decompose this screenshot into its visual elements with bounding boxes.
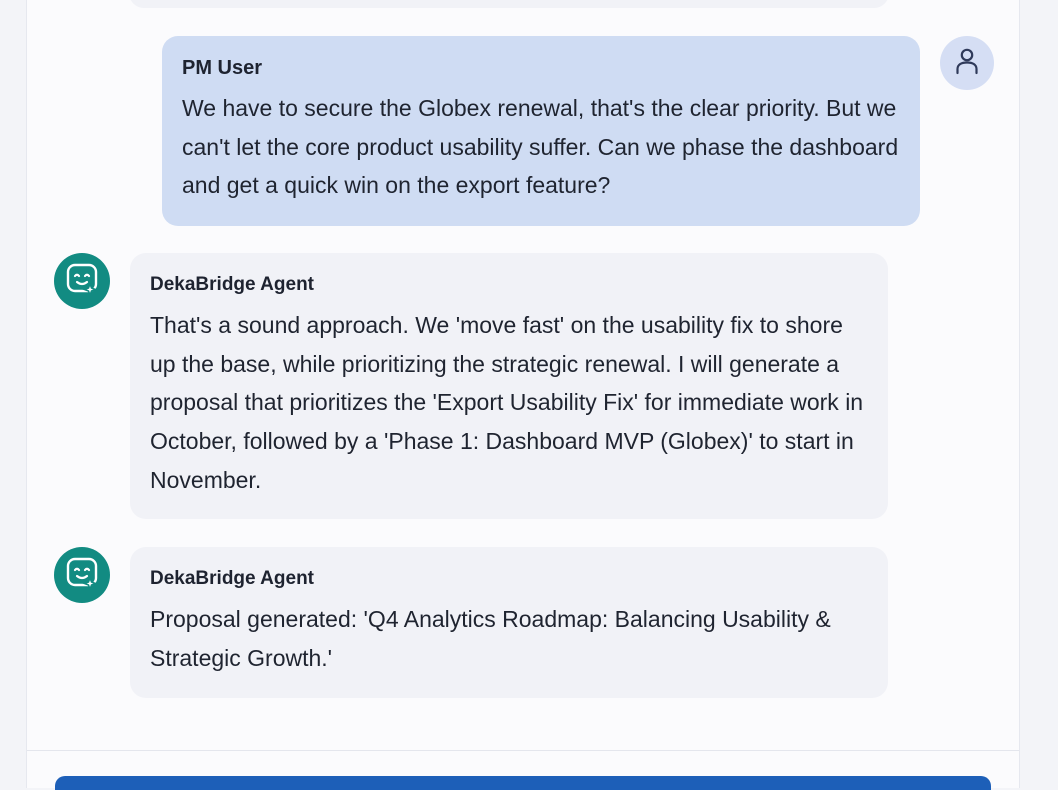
user-icon bbox=[953, 46, 981, 81]
message-input-box[interactable] bbox=[55, 776, 991, 790]
message-text: Proposal generated: 'Q4 Analytics Roadma… bbox=[150, 606, 831, 671]
agent-sparkle-icon bbox=[65, 556, 99, 595]
message-text: That's a sound approach. We 'move fast' … bbox=[150, 312, 864, 493]
message-sender: PM User bbox=[182, 57, 263, 79]
message-sender: DekaBridge Agent bbox=[150, 568, 314, 589]
user-message-bubble: PM User We have to secure the Globex ren… bbox=[162, 36, 920, 226]
message-sender: DekaBridge Agent bbox=[150, 274, 314, 295]
agent-avatar bbox=[54, 547, 110, 603]
chat-panel: PM User We have to secure the Globex ren… bbox=[26, 0, 1020, 790]
agent-message-bubble: DekaBridge Agent That's a sound approach… bbox=[130, 253, 888, 519]
agent-avatar bbox=[54, 253, 110, 309]
agent-sparkle-icon bbox=[65, 262, 99, 301]
composer-divider bbox=[27, 750, 1019, 751]
agent-message-bubble: DekaBridge Agent Proposal generated: 'Q4… bbox=[130, 547, 888, 698]
message-text: We have to secure the Globex renewal, th… bbox=[182, 95, 899, 199]
previous-message-bubble bbox=[129, 0, 889, 8]
user-avatar bbox=[940, 36, 994, 90]
